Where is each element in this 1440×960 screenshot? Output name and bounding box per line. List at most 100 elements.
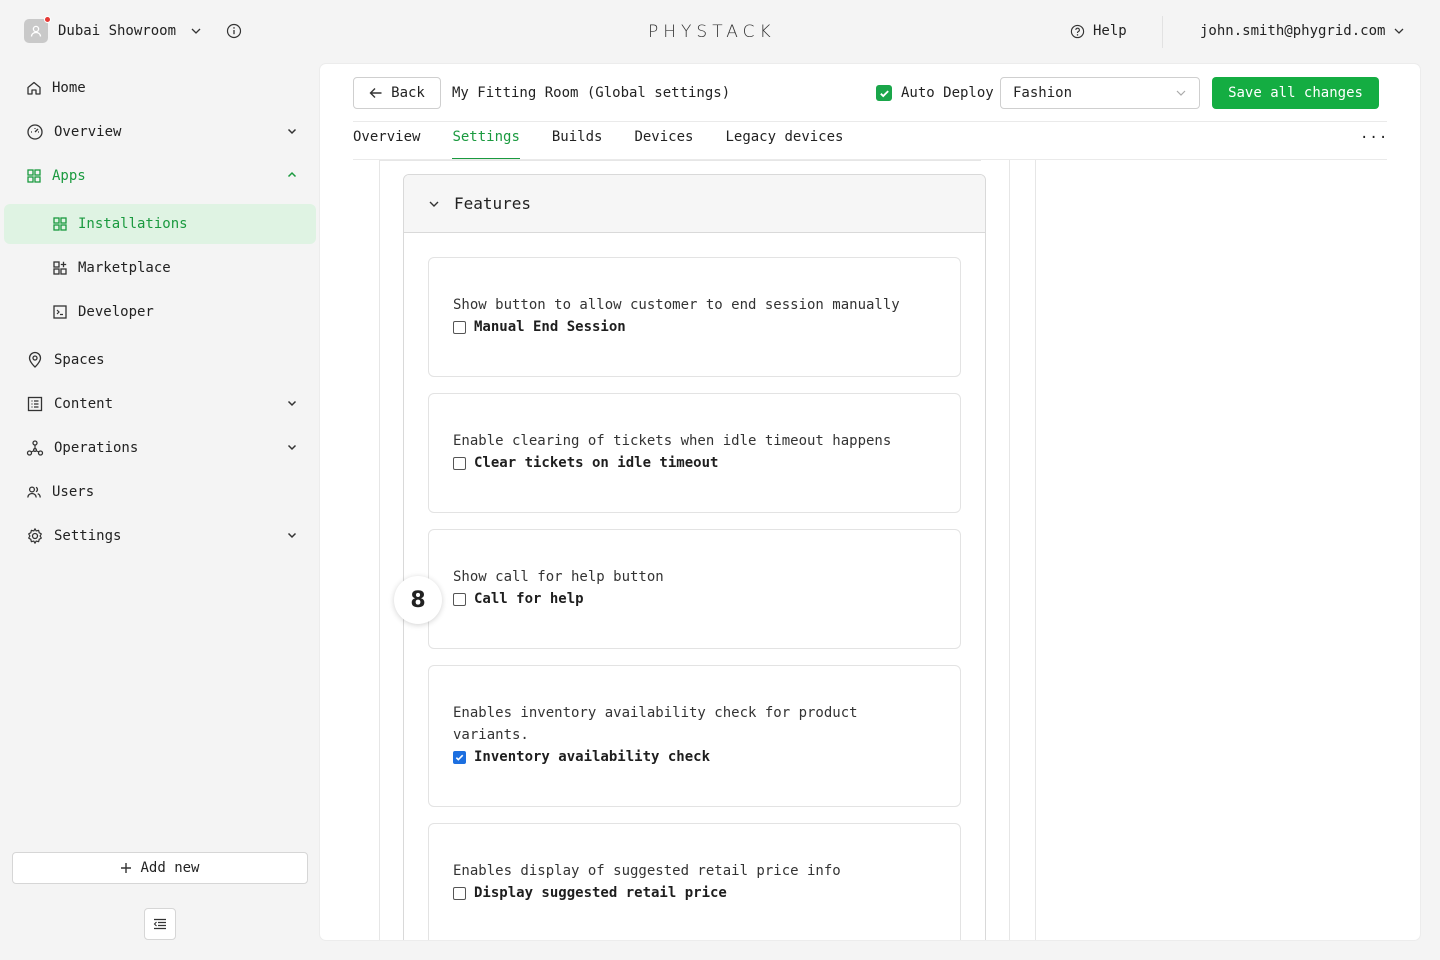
chevron-down-icon bbox=[1393, 25, 1405, 37]
chevron-down-icon bbox=[190, 25, 202, 37]
feature-option[interactable]: Manual End Session bbox=[453, 316, 936, 338]
top-bar: Dubai Showroom PHYSTACK Help john.smith@… bbox=[0, 0, 1440, 64]
feature-card: Enables display of suggested retail pric… bbox=[428, 823, 961, 940]
features-header[interactable]: Features bbox=[404, 175, 985, 233]
user-email: john.smith@phygrid.com bbox=[1200, 23, 1386, 39]
tab-builds[interactable]: Builds bbox=[552, 122, 603, 160]
user-menu[interactable]: john.smith@phygrid.com bbox=[1200, 23, 1405, 39]
chevron-down-icon bbox=[286, 441, 298, 453]
checkbox[interactable] bbox=[453, 456, 466, 470]
location-pin-icon bbox=[26, 351, 44, 369]
org-switcher[interactable]: Dubai Showroom bbox=[24, 16, 242, 43]
feature-description: Enables display of suggested retail pric… bbox=[453, 863, 841, 879]
sidebar-item-settings[interactable]: Settings bbox=[4, 516, 316, 556]
chevron-down-icon bbox=[428, 198, 440, 210]
sidebar-item-label: Installations bbox=[78, 216, 188, 232]
save-all-changes-button[interactable]: Save all changes bbox=[1212, 77, 1379, 109]
divider bbox=[1009, 160, 1010, 940]
feature-card: Enable clearing of tickets when idle tim… bbox=[428, 393, 961, 513]
tab-overview[interactable]: Overview bbox=[353, 122, 420, 160]
divider bbox=[379, 160, 380, 940]
checkbox[interactable] bbox=[453, 592, 466, 606]
sidebar-item-label: Operations bbox=[54, 440, 139, 456]
notification-dot bbox=[44, 16, 51, 23]
more-options-button[interactable]: ... bbox=[1360, 126, 1388, 142]
dashboard-icon bbox=[26, 123, 44, 141]
feature-card: Show call for help button Call for help bbox=[428, 529, 961, 649]
sidebar-item-apps[interactable]: Apps bbox=[4, 156, 316, 196]
chevron-down-icon bbox=[1175, 87, 1187, 99]
sidebar-item-home[interactable]: Home bbox=[4, 68, 316, 108]
plus-icon bbox=[120, 862, 132, 874]
tab-legacy-devices[interactable]: Legacy devices bbox=[725, 122, 843, 160]
environment-select-value: Fashion bbox=[1013, 85, 1073, 101]
feature-description: Show call for help button bbox=[453, 569, 664, 585]
sidebar-item-label: Home bbox=[52, 80, 86, 96]
feature-option-label: Manual End Session bbox=[474, 319, 626, 335]
checkbox[interactable] bbox=[453, 886, 466, 900]
divider bbox=[1162, 16, 1163, 48]
network-icon bbox=[26, 439, 44, 457]
sidebar-item-developer[interactable]: Developer bbox=[4, 292, 316, 332]
sidebar-item-operations[interactable]: Operations bbox=[4, 428, 316, 468]
main-panel: Back My Fitting Room (Global settings) A… bbox=[320, 64, 1420, 940]
sidebar-item-overview[interactable]: Overview bbox=[4, 112, 316, 152]
back-button[interactable]: Back bbox=[353, 77, 441, 109]
collapse-sidebar-button[interactable] bbox=[144, 908, 176, 940]
feature-description: Enable clearing of tickets when idle tim… bbox=[453, 433, 892, 449]
sidebar-item-label: Apps bbox=[52, 168, 86, 184]
add-new-label: Add new bbox=[140, 860, 200, 876]
org-name: Dubai Showroom bbox=[58, 23, 177, 39]
back-label: Back bbox=[391, 85, 425, 101]
feature-option[interactable]: Display suggested retail price bbox=[453, 882, 936, 904]
feature-option-label: Clear tickets on idle timeout bbox=[474, 455, 719, 471]
divider bbox=[1035, 160, 1036, 940]
environment-select[interactable]: Fashion bbox=[1000, 77, 1200, 109]
sidebar-item-label: Users bbox=[52, 484, 95, 500]
divider bbox=[379, 160, 981, 161]
checkbox-checked-icon bbox=[876, 85, 892, 101]
info-icon[interactable] bbox=[226, 23, 242, 39]
feature-option[interactable]: Inventory availability check bbox=[453, 746, 936, 768]
help-link[interactable]: Help bbox=[1070, 23, 1127, 39]
chevron-up-icon bbox=[286, 169, 298, 181]
add-new-button[interactable]: Add new bbox=[12, 852, 308, 884]
sidebar-item-label: Content bbox=[54, 396, 114, 412]
content-list-icon bbox=[26, 395, 44, 413]
feature-description: Enables inventory availability check for… bbox=[453, 705, 858, 743]
page-title: My Fitting Room (Global settings) bbox=[452, 85, 731, 101]
checkbox-checked[interactable] bbox=[453, 750, 466, 764]
feature-option[interactable]: Clear tickets on idle timeout bbox=[453, 452, 936, 474]
chevron-down-icon bbox=[286, 529, 298, 541]
collapse-menu-icon bbox=[153, 917, 167, 931]
checkbox[interactable] bbox=[453, 320, 466, 334]
sidebar-item-label: Marketplace bbox=[78, 260, 171, 276]
feature-option-label: Display suggested retail price bbox=[474, 885, 727, 901]
chevron-down-icon bbox=[286, 397, 298, 409]
users-icon bbox=[26, 484, 42, 500]
chevron-down-icon bbox=[286, 125, 298, 137]
sidebar-item-marketplace[interactable]: Marketplace bbox=[4, 248, 316, 288]
brand-logo: PHYSTACK bbox=[648, 22, 776, 42]
feature-option-label: Call for help bbox=[474, 591, 584, 607]
settings-scroll-area[interactable]: Features Show button to allow customer t… bbox=[353, 160, 1387, 940]
sidebar: Home Overview Apps Installations Marketp… bbox=[0, 64, 320, 960]
marketplace-icon bbox=[52, 260, 68, 276]
feature-option-label: Inventory availability check bbox=[474, 749, 711, 765]
feature-option[interactable]: Call for help bbox=[453, 588, 936, 610]
org-avatar bbox=[24, 16, 51, 43]
sidebar-item-installations[interactable]: Installations bbox=[4, 204, 316, 244]
sidebar-item-users[interactable]: Users bbox=[4, 472, 316, 512]
tab-settings[interactable]: Settings bbox=[452, 122, 521, 160]
sidebar-item-spaces[interactable]: Spaces bbox=[4, 340, 316, 380]
tab-bar: Overview Settings Builds Devices Legacy … bbox=[353, 122, 843, 160]
sidebar-item-content[interactable]: Content bbox=[4, 384, 316, 424]
terminal-icon bbox=[52, 304, 68, 320]
sidebar-item-label: Developer bbox=[78, 304, 154, 320]
apps-grid-icon bbox=[52, 216, 68, 232]
feature-card: Show button to allow customer to end ses… bbox=[428, 257, 961, 377]
tab-devices[interactable]: Devices bbox=[634, 122, 693, 160]
apps-grid-icon bbox=[26, 168, 42, 184]
sidebar-item-label: Spaces bbox=[54, 352, 105, 368]
auto-deploy-checkbox[interactable]: Auto Deploy bbox=[876, 85, 994, 101]
